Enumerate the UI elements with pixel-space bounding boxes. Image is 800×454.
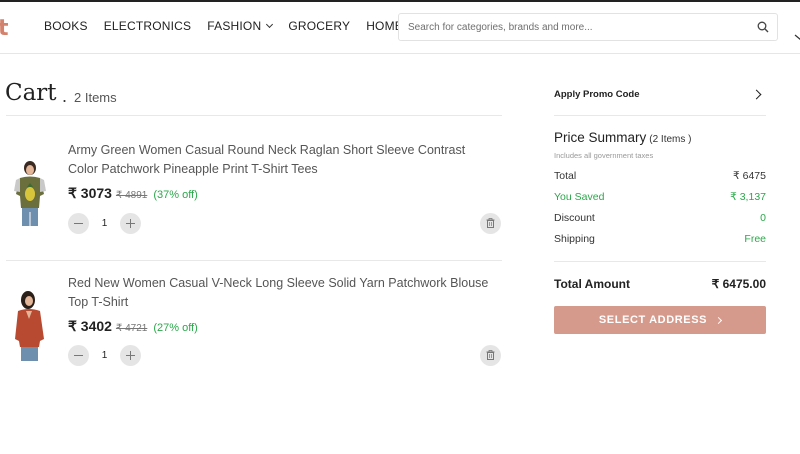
- site-header: t BOOKS ELECTRONICS FASHION GROCERY HOME: [0, 2, 800, 54]
- search-input[interactable]: [408, 14, 748, 40]
- nav-label: GROCERY: [288, 19, 351, 33]
- nav-label: BOOKS: [44, 19, 88, 33]
- nav-item-books[interactable]: BOOKS: [44, 19, 88, 33]
- price-summary-title: Price Summary (2 Items ): [554, 130, 692, 145]
- red-blouse-image[interactable]: [6, 289, 54, 363]
- minus-icon: [74, 355, 83, 357]
- item-title[interactable]: Army Green Women Casual Round Neck Ragla…: [68, 141, 498, 179]
- select-address-button[interactable]: SELECT ADDRESS: [554, 306, 766, 334]
- nav-label: FASHION: [207, 19, 262, 33]
- item-price: ₹ 3073: [68, 185, 112, 201]
- divider: [6, 260, 502, 261]
- row-value: ₹ 3,137: [730, 191, 766, 203]
- minus-icon: [74, 223, 83, 225]
- page-title: Cart: [5, 80, 57, 106]
- tax-note: Includes all government taxes: [554, 151, 654, 160]
- item-price: ₹ 3402: [68, 318, 112, 334]
- price-row: ₹ 3402 ₹ 4721 (27% off): [68, 318, 198, 335]
- divider: [554, 261, 766, 262]
- total-label: Total Amount: [554, 277, 630, 291]
- nav-item-fashion[interactable]: FASHION: [207, 19, 274, 33]
- army-green-tshirt-image[interactable]: [6, 158, 54, 232]
- summary-row-shipping: Shipping Free: [554, 233, 766, 245]
- chevron-down-icon: [266, 20, 274, 29]
- select-address-label: SELECT ADDRESS: [598, 314, 708, 326]
- row-label: Discount: [554, 212, 595, 224]
- total-amount-row: Total Amount ₹ 6475.00: [554, 277, 766, 291]
- nav-item-electronics[interactable]: ELECTRONICS: [104, 19, 192, 33]
- divider: [554, 115, 766, 116]
- row-label: Shipping: [554, 233, 595, 245]
- search-icon[interactable]: [757, 21, 769, 33]
- quantity-stepper: 1: [68, 213, 141, 234]
- row-label: Total: [554, 170, 577, 182]
- total-value: ₹ 6475.00: [711, 277, 766, 291]
- summary-row-total: Total ₹ 6475: [554, 170, 766, 182]
- row-value: Free: [744, 233, 766, 245]
- brand-logo[interactable]: t: [0, 16, 9, 41]
- summary-row-discount: Discount 0: [554, 212, 766, 224]
- title-separator: .: [62, 86, 68, 106]
- main-nav: BOOKS ELECTRONICS FASHION GROCERY HOME: [44, 19, 430, 33]
- increase-quantity-button[interactable]: [120, 345, 141, 366]
- chevron-right-icon[interactable]: [751, 89, 762, 100]
- item-title[interactable]: Red New Women Casual V-Neck Long Sleeve …: [68, 274, 498, 312]
- trash-icon: [486, 350, 495, 360]
- quantity-value: 1: [101, 218, 108, 229]
- quantity-value: 1: [101, 350, 108, 361]
- divider: [6, 115, 502, 116]
- price-row: ₹ 3073 ₹ 4891 (37% off): [68, 185, 198, 202]
- remove-item-button[interactable]: [480, 345, 501, 366]
- search-bar: [398, 13, 778, 41]
- row-value: ₹ 6475: [733, 170, 766, 182]
- item-discount: (37% off): [153, 189, 198, 201]
- price-summary-count: (2 Items ): [649, 134, 692, 145]
- row-value: 0: [760, 212, 766, 224]
- trash-icon: [486, 218, 495, 228]
- decrease-quantity-button[interactable]: [68, 213, 89, 234]
- nav-label: ELECTRONICS: [103, 19, 192, 33]
- remove-item-button[interactable]: [480, 213, 501, 234]
- chevron-right-icon: [715, 316, 723, 324]
- nav-item-grocery[interactable]: GROCERY: [288, 19, 350, 33]
- summary-row-saved: You Saved ₹ 3,137: [554, 191, 766, 203]
- quantity-stepper: 1: [68, 345, 141, 366]
- arrow-icon[interactable]: [794, 34, 800, 42]
- row-label: You Saved: [554, 191, 605, 203]
- price-summary-label: Price Summary: [554, 130, 647, 145]
- cart-item-count: 2 Items: [74, 90, 117, 105]
- item-mrp: ₹ 4891: [115, 190, 148, 201]
- apply-promo-code-link[interactable]: Apply Promo Code: [554, 89, 640, 100]
- increase-quantity-button[interactable]: [120, 213, 141, 234]
- decrease-quantity-button[interactable]: [68, 345, 89, 366]
- item-discount: (27% off): [153, 322, 198, 334]
- item-mrp: ₹ 4721: [115, 323, 148, 334]
